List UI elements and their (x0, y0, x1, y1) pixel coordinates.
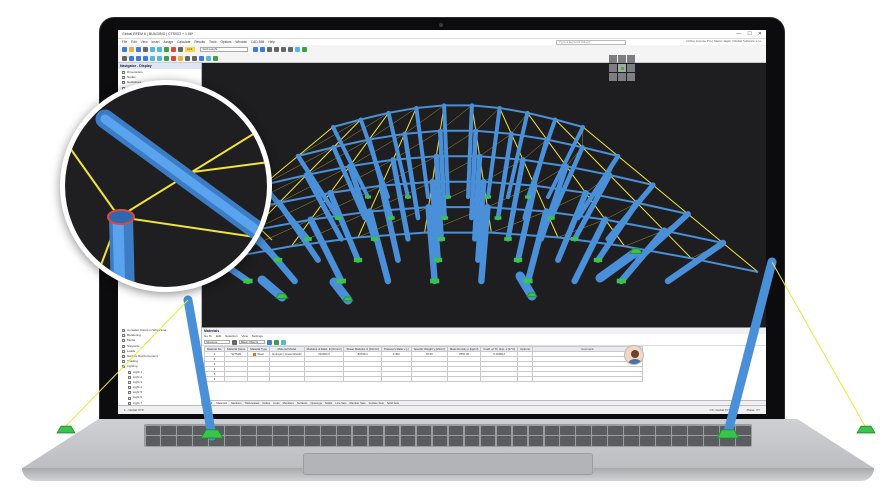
support-symbol (365, 195, 371, 199)
support-symbol (370, 237, 379, 241)
support-symbol (523, 278, 533, 284)
support-symbol (342, 296, 354, 302)
column-member (295, 153, 341, 221)
support-symbol (716, 429, 740, 439)
support-symbol (513, 257, 523, 263)
support-symbol (570, 237, 579, 241)
support-symbol (526, 292, 538, 298)
column-member (575, 153, 621, 221)
detail-zoom-circle (60, 80, 272, 292)
column-member (402, 131, 421, 221)
support-symbol (593, 257, 603, 263)
detail-node (107, 209, 135, 225)
guy-cable (65, 299, 189, 427)
support-symbol (437, 237, 446, 241)
support-symbol (334, 216, 342, 220)
bracing-cable (297, 119, 361, 157)
support-symbol (430, 278, 440, 284)
support-symbol (494, 216, 502, 220)
support-symbol (353, 257, 363, 263)
support-symbol (616, 278, 626, 284)
front-column-member (183, 295, 217, 441)
support-symbol (56, 425, 76, 434)
support-symbol (405, 195, 411, 199)
connection-detail (65, 109, 267, 287)
support-symbol (441, 216, 449, 220)
support-symbol (304, 237, 312, 241)
column-member (664, 239, 727, 285)
support-symbol (433, 257, 443, 263)
support-symbol (547, 216, 555, 220)
support-symbol (387, 216, 395, 220)
front-column-member (723, 257, 777, 437)
support-symbol (273, 257, 283, 263)
guy-cable (771, 261, 867, 429)
arch-member (332, 104, 584, 128)
bracing-cable (262, 147, 334, 186)
support-symbol (856, 425, 876, 434)
support-symbol (504, 237, 512, 241)
cable (499, 107, 512, 135)
detail-column-highlight (112, 216, 126, 287)
support-symbol (525, 195, 531, 199)
support-symbol (485, 195, 491, 199)
product-render: Global RFEM 6 | BUILDING | CTS003 + 1.06… (0, 0, 896, 504)
support-symbol (200, 429, 224, 439)
column-member (495, 131, 514, 221)
arch-member (192, 206, 724, 244)
column-member (366, 208, 392, 285)
support-symbol (445, 195, 451, 199)
detail-cable (65, 140, 120, 218)
support-symbol (336, 278, 346, 284)
column-member (524, 208, 550, 285)
